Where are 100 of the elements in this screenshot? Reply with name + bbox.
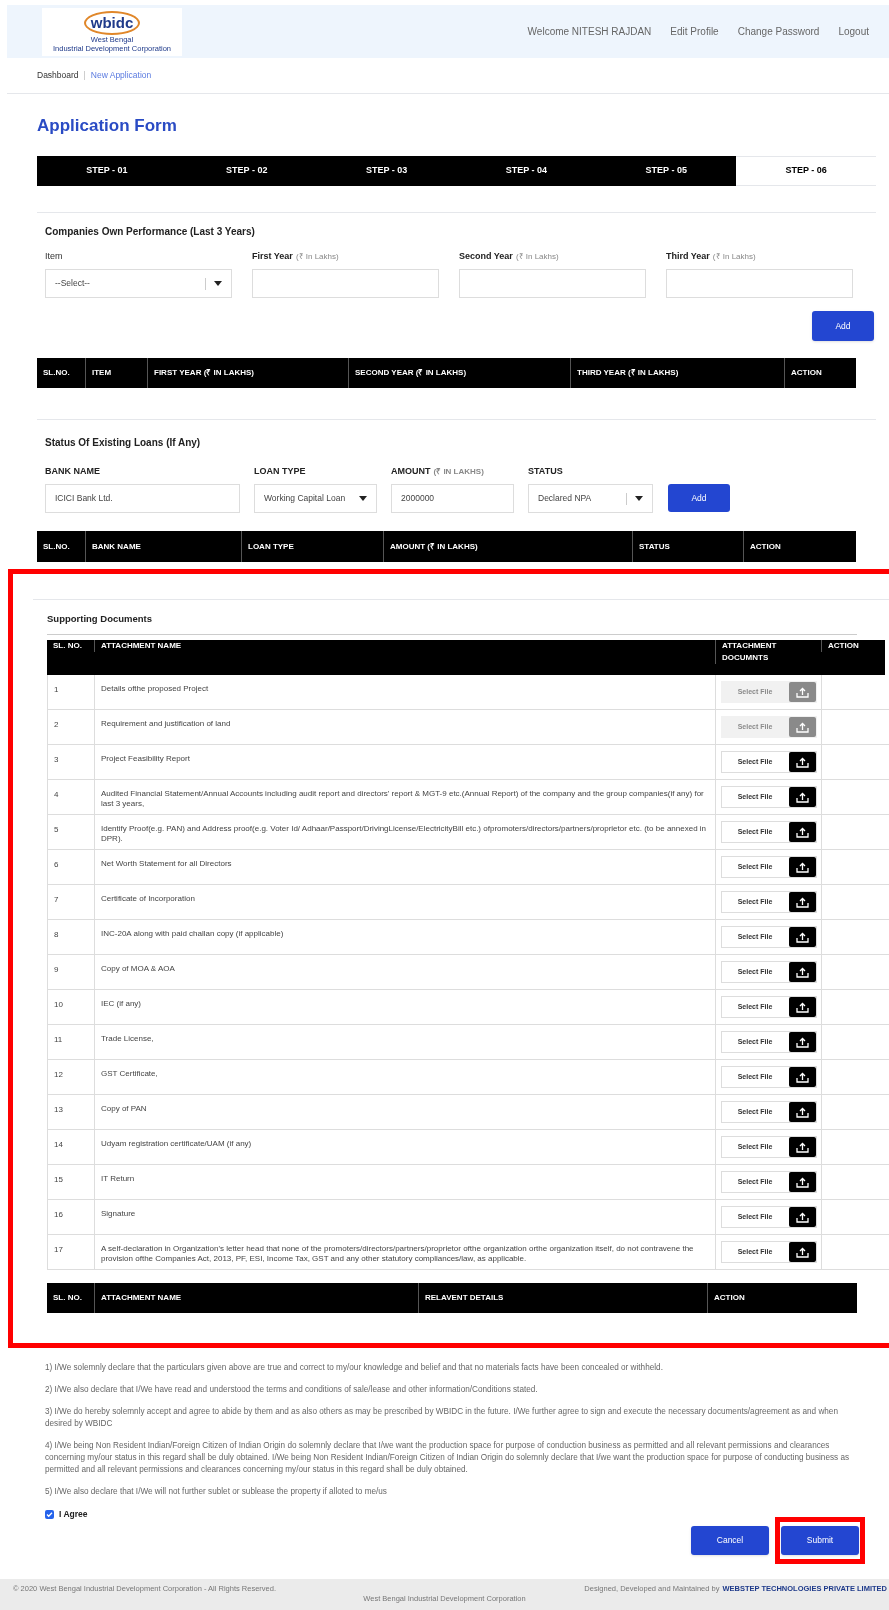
- caret-icon: [359, 496, 367, 501]
- unit-label: (₹ In Lakhs): [295, 251, 339, 263]
- section-title: Status Of Existing Loans (If Any): [45, 436, 202, 450]
- action-button[interactable]: Submit: [781, 1525, 859, 1555]
- column-header: ATTACHMENT DOCUMNTS: [715, 640, 821, 664]
- upload-icon: [788, 857, 816, 877]
- table-cell: 11: [47, 1025, 94, 1059]
- table-cell: 5: [47, 815, 94, 849]
- section-title: Supporting Documents: [47, 600, 857, 635]
- column-header: ATTACHMENT NAME: [94, 1283, 418, 1313]
- add-button[interactable]: Add: [668, 484, 730, 512]
- welcome-text: Welcome NITESH RAJDAN: [527, 25, 652, 39]
- table-cell: Net Worth Statement for all Directors: [94, 850, 715, 884]
- breadcrumb-link[interactable]: Dashboard: [37, 69, 79, 82]
- table-cell: 16: [47, 1200, 94, 1234]
- field-label: AMOUNT: [391, 465, 431, 478]
- table-cell: Copy of MOA & AOA: [94, 955, 715, 989]
- dropdown[interactable]: Working Capital Loan: [254, 484, 377, 513]
- column-header: SL.NO.: [42, 367, 71, 379]
- logo-text: wbidc: [90, 15, 134, 30]
- field-label: LOAN TYPE: [254, 465, 306, 478]
- table-cell: Copy of PAN: [94, 1095, 715, 1129]
- upload-icon: [788, 1067, 816, 1087]
- column-header: STATUS: [632, 531, 743, 562]
- column-header: ACTION: [784, 358, 856, 388]
- upload-icon: [788, 1172, 816, 1192]
- table-cell: 6: [47, 850, 94, 884]
- column-header: FIRST YEAR (₹ IN LAKHS): [147, 358, 348, 388]
- input-field[interactable]: ICICI Bank Ltd.: [45, 484, 240, 513]
- nav-link[interactable]: Edit Profile: [670, 24, 719, 39]
- field-label: Item: [45, 250, 63, 263]
- table-cell: 3: [47, 745, 94, 779]
- column-header: RELAVENT DETAILS: [418, 1283, 707, 1313]
- column-header: ACTION: [821, 640, 885, 652]
- column-header: ACTION: [707, 1283, 857, 1313]
- breadcrumb-separator: |: [83, 69, 86, 82]
- dropdown[interactable]: Declared NPA: [528, 484, 653, 513]
- table-cell: 12: [47, 1060, 94, 1094]
- upload-icon: [788, 752, 816, 772]
- column-header: ATTACHMENT NAME: [94, 640, 715, 652]
- declaration-text: 2) I/We also declare that I/We have read and understood the terms and conditions of sale/lease and other information/Conditions stated.: [45, 1384, 539, 1396]
- nav-link[interactable]: Change Password: [737, 24, 820, 39]
- field-label: Third Year: [666, 250, 710, 263]
- unit-label: (₹ In Lakhs): [515, 251, 559, 263]
- step-tab[interactable]: STEP - 03: [316, 156, 457, 186]
- step-tab[interactable]: STEP - 06: [736, 156, 876, 186]
- input-field[interactable]: 2000000: [391, 484, 514, 513]
- input-field[interactable]: [459, 269, 646, 298]
- section-title: Companies Own Performance (Last 3 Years): [45, 225, 256, 239]
- input-field[interactable]: [666, 269, 853, 298]
- column-header: AMOUNT (₹ IN LAKHS): [383, 531, 632, 562]
- column-header: ACTION: [743, 531, 856, 562]
- upload-icon: [788, 1032, 816, 1052]
- field-label: STATUS: [528, 465, 563, 478]
- table-cell: INC-20A along with paid challan copy (if applicable): [94, 920, 715, 954]
- table-cell: IT Return: [94, 1165, 715, 1199]
- column-header: SECOND YEAR (₹ IN LAKHS): [348, 358, 570, 388]
- table-cell: 13: [47, 1095, 94, 1129]
- column-header: ITEM: [85, 358, 147, 388]
- breadcrumb-link[interactable]: New Application: [90, 69, 152, 82]
- table-cell: Requirement and justification of land: [94, 710, 715, 744]
- field-label: BANK NAME: [45, 465, 100, 478]
- table-cell: 9: [47, 955, 94, 989]
- step-tab[interactable]: STEP - 02: [176, 156, 317, 186]
- action-button[interactable]: Cancel: [691, 1525, 769, 1555]
- declaration-text: 1) I/We solemnly declare that the particulars given above are true and correct to my/our knowledge and belief and that no materials facts have been concealed or withheld.: [45, 1362, 664, 1374]
- upload-icon: [788, 997, 816, 1017]
- column-header: SL.NO.: [42, 540, 71, 553]
- table-cell: 15: [47, 1165, 94, 1199]
- input-field[interactable]: [252, 269, 439, 298]
- upload-icon: [788, 927, 816, 947]
- checkbox[interactable]: [45, 1509, 54, 1519]
- upload-icon: [788, 1207, 816, 1227]
- table-cell: A self-declaration in Organization's letter head that none of the promoters/directors/partners/proprietor ofthe organization orthe organization itself, do not contravene the provision ofthe Companies Act, 2013, PF, ESI, Income Tax, GST and any other statutory compliances/law, as applicable.: [94, 1235, 715, 1269]
- caret-icon: [214, 281, 222, 286]
- column-header: BANK NAME: [85, 531, 241, 562]
- table-cell: 14: [47, 1130, 94, 1164]
- caret-icon: [635, 496, 643, 501]
- column-header: SL. NO.: [52, 640, 83, 652]
- table-cell: 4: [47, 780, 94, 814]
- step-tab[interactable]: STEP - 01: [37, 156, 177, 186]
- table-cell: 17: [47, 1235, 94, 1269]
- upload-icon: [788, 787, 816, 807]
- step-tab[interactable]: STEP - 04: [456, 156, 597, 186]
- table-cell: Project Feasibility Report: [94, 745, 715, 779]
- declaration-text: 5) I/We also declare that I/We will not further sublet or sublease the property if alloted to me/us: [45, 1486, 388, 1498]
- table-cell: Details ofthe proposed Project: [94, 675, 715, 709]
- table-cell: Udyam registration certificate/UAM (if any): [94, 1130, 715, 1164]
- upload-icon: [788, 682, 816, 702]
- upload-icon: [788, 717, 816, 737]
- step-tab[interactable]: STEP - 05: [596, 156, 737, 186]
- declaration-text: 3) I/We do hereby solemnly accept and agree to abide by them and as also others as may be prescribed by WBIDC in the future. I/We further agree to sign and execute the necessary documents/agreement as and when desired by WBIDC: [45, 1406, 839, 1430]
- upload-icon: [788, 892, 816, 912]
- add-button[interactable]: Add: [812, 311, 874, 341]
- table-cell: 8: [47, 920, 94, 954]
- column-header: LOAN TYPE: [241, 531, 383, 562]
- upload-icon: [788, 822, 816, 842]
- column-header: THIRD YEAR (₹ IN LAKHS): [570, 358, 784, 388]
- dropdown[interactable]: --Select--: [45, 269, 232, 298]
- nav-link[interactable]: Logout: [838, 24, 869, 39]
